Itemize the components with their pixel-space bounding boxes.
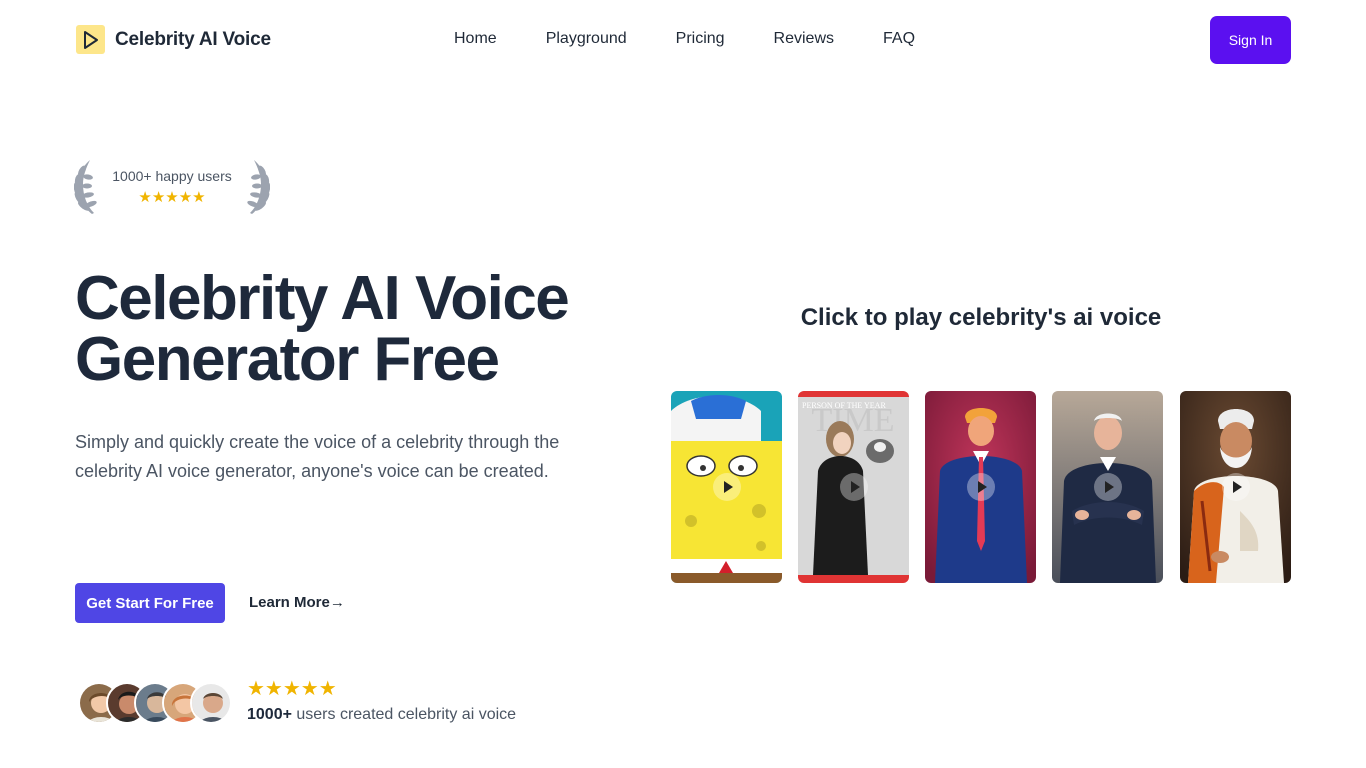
nav-pricing[interactable]: Pricing [676, 30, 725, 48]
laurel-right-icon [247, 160, 270, 214]
nav-playground[interactable]: Playground [546, 30, 627, 48]
nav-reviews[interactable]: Reviews [774, 30, 834, 48]
laurel-left-icon [74, 160, 97, 214]
voice-card-suit-navy[interactable] [1052, 391, 1163, 583]
magazine-cover-text: PERSON OF THE YEAR [802, 401, 886, 410]
avatar [190, 682, 232, 724]
hero-description: Simply and quickly create the voice of a… [75, 432, 560, 481]
user-avatars [78, 682, 238, 724]
site-header: Celebrity AI Voice Home Playground Prici… [0, 0, 1366, 80]
voices-title: Click to play celebrity's ai voice [800, 304, 1162, 331]
logo[interactable]: Celebrity AI Voice [76, 25, 271, 54]
logo-text: Celebrity AI Voice [115, 28, 271, 50]
proof-label: users created celebrity ai voice [291, 706, 517, 723]
happy-users-badge: 1000+ happy users ★★★★★ [74, 158, 270, 218]
play-icon [76, 25, 105, 54]
play-button-icon[interactable] [1093, 473, 1122, 501]
nav-faq[interactable]: FAQ [883, 30, 915, 48]
get-started-button[interactable]: Get Start For Free [75, 583, 225, 623]
play-button-icon[interactable] [839, 473, 868, 501]
voice-card-suit-red[interactable] [925, 391, 1036, 583]
learn-more-link[interactable]: Learn More→ [249, 594, 345, 611]
proof-text: 1000+ users created celebrity ai voice [247, 706, 516, 724]
play-button-icon[interactable] [966, 473, 995, 501]
badge-stars: ★★★★★ [138, 189, 206, 206]
badge-text: 1000+ happy users [112, 168, 232, 184]
hero-title-line2: Generator Free [75, 325, 500, 394]
play-button-icon[interactable] [712, 473, 741, 501]
play-button-icon[interactable] [1221, 473, 1250, 501]
proof-stars: ★★★★★ [247, 678, 337, 700]
voice-card-sponge[interactable] [671, 391, 782, 583]
hero-title: Celebrity AI Voice Generator Free [75, 268, 675, 391]
voice-cards: TIME PERSON OF THE YEAR [671, 391, 1291, 583]
proof-count: 1000+ [247, 706, 292, 723]
voice-card-magazine[interactable]: TIME PERSON OF THE YEAR [798, 391, 909, 583]
hero-title-line1: Celebrity AI Voice [75, 264, 570, 333]
nav-home[interactable]: Home [454, 30, 497, 48]
main-nav: Home Playground Pricing Reviews FAQ [454, 30, 915, 48]
voice-card-beard[interactable] [1180, 391, 1291, 583]
sign-in-button[interactable]: Sign In [1210, 16, 1291, 64]
